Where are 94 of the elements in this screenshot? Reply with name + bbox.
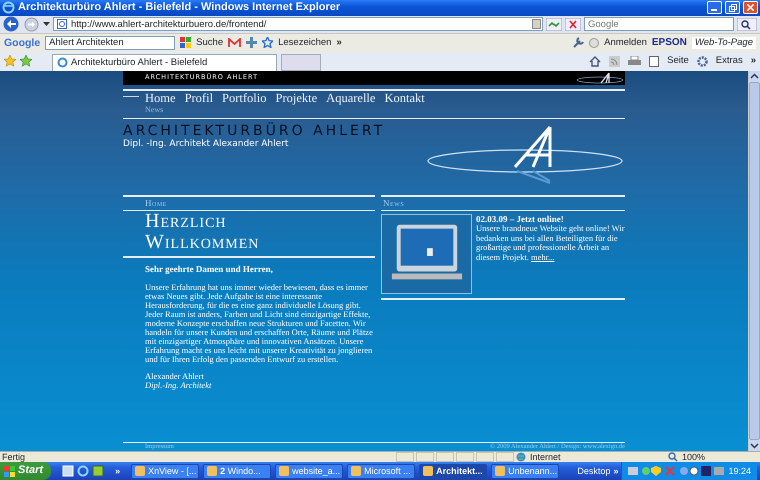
tab-label: Architekturbüro Ahlert - Bielefeld — [71, 57, 208, 69]
zoom-level[interactable]: 100% — [682, 452, 706, 462]
zoom-icon[interactable] — [668, 452, 678, 462]
scroll-down-icon[interactable] — [749, 440, 760, 451]
mail-icon[interactable] — [228, 38, 242, 48]
nav-link[interactable]: Aquarelle — [326, 90, 376, 105]
scroll-up-icon[interactable] — [749, 70, 760, 82]
page-icon — [57, 19, 67, 30]
more-button[interactable]: » — [336, 37, 342, 49]
status-panel — [416, 452, 434, 462]
news-text: 02.03.09 – Jetzt online! Unsere brandneue Website geht online! Wir bedanken uns bei allen Beteiligten für die großartige und professionelle Arbeit an diesem Projekt. mehr... — [476, 212, 625, 264]
status-panel — [396, 452, 414, 462]
refresh-button[interactable] — [546, 18, 562, 31]
app-icon — [351, 466, 362, 476]
dropdown-icon[interactable] — [43, 22, 50, 26]
window-title: Architekturbüro Ahlert - Bielefeld - Windows Internet Explorer — [18, 1, 342, 15]
taskbar-button[interactable]: Architekt... — [419, 464, 488, 478]
app-icon — [423, 466, 434, 476]
section-label: News — [382, 196, 406, 210]
banner-title: ARCHITEKTURBÜRO AHLERT — [123, 122, 386, 139]
close-icon — [747, 4, 754, 12]
add-favorite-icon[interactable] — [20, 54, 32, 67]
browser-icon — [2, 1, 15, 14]
stop-button[interactable] — [565, 18, 581, 31]
status-panel — [496, 452, 514, 462]
nav-link[interactable]: Projekte — [276, 90, 318, 105]
circle-icon — [589, 38, 600, 48]
clock: 19:24 — [728, 466, 751, 476]
favorites-star-icon[interactable] — [4, 54, 16, 67]
tray-icons-drawing[interactable] — [628, 465, 724, 477]
close-button[interactable] — [743, 1, 758, 14]
epson-logo: EPSON — [652, 36, 687, 49]
quick-launch-icon[interactable] — [92, 465, 104, 477]
gear-icon — [696, 56, 708, 67]
read-more-link[interactable]: mehr... — [531, 252, 554, 262]
section-label: Home — [144, 196, 168, 210]
search-field[interactable]: Google — [584, 17, 734, 32]
more-button[interactable]: » — [613, 466, 618, 476]
tools-menu[interactable]: Extras — [716, 55, 743, 67]
nav-link[interactable]: Home — [145, 90, 176, 105]
address-dropdown-button[interactable] — [532, 19, 541, 30]
desktop-toolbar[interactable]: Desktop — [577, 466, 610, 476]
toolbar-search-field[interactable]: Ahlert Architekten — [45, 36, 176, 50]
nav-link[interactable]: Kontakt — [384, 90, 425, 105]
signature-title: Dipl.-Ing. Architekt — [144, 380, 212, 390]
windows-logo-icon — [4, 466, 15, 476]
status-panel — [456, 452, 474, 462]
home-icon[interactable] — [589, 56, 602, 67]
browser-icon — [57, 57, 68, 68]
status-text: Fertig — [2, 452, 26, 462]
security-zone: Internet — [530, 452, 561, 462]
more-button[interactable]: » — [750, 55, 756, 67]
greeting: Sehr geehrte Damen und Herren, — [144, 264, 274, 275]
feed-icon[interactable] — [609, 56, 620, 67]
address-field[interactable]: http://www.ahlert-architekturbuero.de/frontend/ — [53, 17, 543, 32]
more-button[interactable]: » — [115, 466, 120, 476]
start-button[interactable]: Start — [0, 462, 52, 480]
search-button[interactable]: Suche — [196, 37, 224, 49]
bookmarks-menu[interactable]: Lesezeichen — [278, 37, 332, 49]
plus-icon[interactable] — [246, 37, 258, 48]
wrench-icon[interactable] — [573, 37, 584, 48]
taskbar-button[interactable]: Unbenann... — [491, 464, 560, 478]
taskbar-button[interactable]: Microsoft ... — [347, 464, 416, 478]
nav-link[interactable]: Portfolio — [222, 90, 266, 105]
printer-icon[interactable] — [628, 56, 642, 67]
status-panel — [436, 452, 454, 462]
page-menu[interactable]: Seite — [667, 55, 689, 67]
restore-icon — [728, 4, 736, 12]
status-panel — [476, 452, 494, 462]
taskbar-button[interactable]: website_a... — [275, 464, 344, 478]
app-icon — [279, 466, 290, 476]
browser-tab[interactable]: Architekturbüro Ahlert - Bielefeld — [52, 54, 277, 71]
banner-subtitle: Dipl. -Ing. Architekt Alexander Ahlert — [123, 138, 290, 150]
page-icon — [649, 56, 660, 67]
logo-icon — [575, 72, 625, 84]
web-to-page-button[interactable]: Web-To-Page — [692, 37, 756, 49]
taskbar-button[interactable]: 2 Windo... — [203, 464, 272, 478]
globe-icon — [516, 452, 526, 462]
intro-paragraph: Unsere Erfahrung hat uns immer wieder bewiesen, dass es immer etwas Neues gibt. Jede Aufgabe ist eine interessante Herausforderung, für die es eine ganz individuelle Lösung gibt. Jeder Raum ist anders, Farben und Licht sind einzigartige Effekte, moderne Konzepte erschaffen neue Strukturen und Facetten. Wir handeln für unsere Kunden und erschaffen Orte, Räume und Plätze mit einzigartiger Atmosphäre und innovativen Ansätzen. Unsere Erfahrung macht es uns leicht mit unserer Kreativität zu jonglieren und für Ihren Erfolg den passenden Entwurf zu erstellen. — [144, 282, 374, 364]
maximize-button[interactable] — [725, 1, 740, 14]
nav-link[interactable]: Profil — [184, 90, 214, 105]
app-icon — [495, 466, 506, 476]
sub-nav-link[interactable]: News — [123, 106, 625, 114]
taskbar-button[interactable]: XnView - [... — [131, 464, 200, 478]
minimize-button[interactable] — [707, 1, 722, 14]
app-icon — [207, 466, 218, 476]
page-heading: Herzlich Willkommen — [144, 210, 260, 255]
star-icon — [262, 37, 274, 48]
google-logo: Google — [4, 36, 40, 50]
back-button[interactable] — [3, 16, 21, 32]
signature-name: Alexander Ahlert — [144, 372, 205, 381]
browser-icon[interactable] — [77, 465, 90, 477]
app-icon — [135, 466, 146, 476]
sign-in-button[interactable]: Anmelden — [604, 37, 647, 49]
